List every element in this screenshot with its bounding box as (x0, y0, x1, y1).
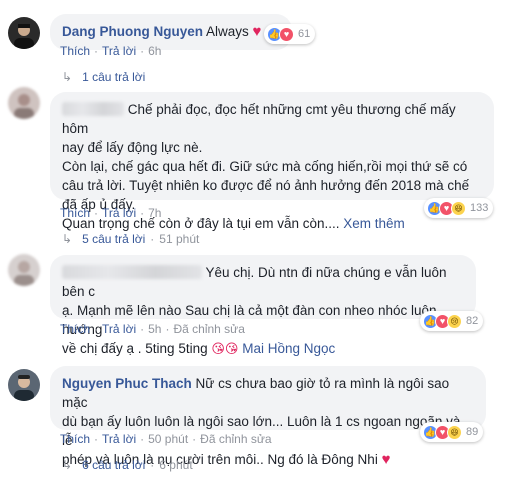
replies-count[interactable]: 6 câu trả lời (82, 458, 145, 472)
reply-link[interactable]: Trả lời (102, 322, 136, 336)
like-link[interactable]: Thích (60, 432, 90, 446)
heart-emoji: ♥ (252, 23, 262, 40)
comment-bubble: Yêu chị. Dù ntn đi nữa chúng e vẫn luôn … (50, 255, 476, 356)
blurred-author (62, 102, 124, 116)
replies-time: 6 phút (159, 458, 193, 472)
avatar[interactable] (8, 87, 40, 119)
like-link[interactable]: Thích (60, 44, 90, 58)
comment-time[interactable]: 50 phút (148, 432, 188, 446)
comment-text-line: nay để lấy động lực nè. (62, 140, 203, 155)
reply-arrow-icon: ↳ (62, 458, 73, 472)
comment-bubble: Nguyen Phuc Thach Nữ cs chưa bao giờ tỏ … (50, 366, 486, 468)
reaction-summary[interactable]: 👍 ♥ 61 (264, 24, 316, 44)
reply-arrow-icon: ↳ (62, 70, 73, 84)
reaction-count: 89 (466, 426, 479, 438)
avatar[interactable] (8, 369, 40, 401)
reaction-summary[interactable]: 👍 ♥ 😆 89 (420, 422, 484, 442)
reply-arrow-icon: ↳ (62, 232, 73, 246)
replies-count[interactable]: 5 câu trả lời (82, 232, 145, 246)
reaction-count: 61 (298, 28, 311, 40)
reply-link[interactable]: Trả lời (102, 206, 136, 220)
comment-actions: Thích · Trả lời · 50 phút · Đã chỉnh sửa (60, 432, 272, 446)
haha-reaction-icon: 😆 (451, 200, 466, 216)
comment-text-line: Còn lại, chế gác qua hết đi. Giữ sức mà … (62, 159, 468, 174)
like-link[interactable]: Thích (60, 206, 90, 220)
comment-author[interactable]: Dang Phuong Nguyen (62, 24, 203, 39)
see-more-link[interactable]: Xem thêm (343, 216, 405, 231)
comment-bubble: Chế phải đọc, đọc hết những cmt yêu thươ… (50, 92, 494, 231)
comment-time[interactable]: 7h (148, 206, 161, 220)
replies-count[interactable]: 1 câu trả lời (82, 70, 145, 84)
tagged-user[interactable]: Mai Hồng Ngọc (242, 341, 335, 356)
reaction-count: 82 (466, 315, 479, 327)
sad-reaction-icon: 😢 (447, 313, 462, 329)
edited-label[interactable]: Đã chỉnh sửa (173, 322, 244, 336)
comment-actions: Thích · Trả lời · 5h · Đã chỉnh sửa (60, 322, 245, 336)
reaction-count: 133 (470, 202, 489, 214)
blurred-author (62, 265, 202, 279)
replies-time: 51 phút (159, 232, 200, 246)
comment-actions: Thích · Trả lời · 6h (60, 44, 162, 58)
comment-author[interactable]: Nguyen Phuc Thach (62, 376, 192, 391)
reaction-summary[interactable]: 👍 ♥ 😢 82 (420, 311, 484, 331)
reply-link[interactable]: Trả lời (102, 44, 136, 58)
haha-reaction-icon: 😆 (447, 424, 462, 440)
comment-text-line: câu trả lời. Tuyệt nhiên ko được để nó ả… (62, 178, 470, 193)
heart-emoji: ♥ (381, 451, 391, 468)
comment-text: Always (206, 24, 249, 39)
reply-link[interactable]: Trả lời (102, 432, 136, 446)
avatar[interactable] (8, 17, 40, 49)
view-replies[interactable]: ↳ 1 câu trả lời (62, 70, 145, 84)
view-replies[interactable]: ↳ 5 câu trả lời · 51 phút (62, 232, 199, 246)
edited-label[interactable]: Đã chỉnh sửa (200, 432, 271, 446)
comment-actions: Thích · Trả lời · 7h (60, 206, 162, 220)
comment-text-line: về chị đấy ạ . 5ting 5ting (62, 341, 208, 356)
comment-time[interactable]: 5h (148, 322, 161, 336)
like-link[interactable]: Thích (60, 322, 90, 336)
view-replies[interactable]: ↳ 6 câu trả lời · 6 phút (62, 458, 193, 472)
comment-time[interactable]: 6h (148, 44, 161, 58)
reaction-summary[interactable]: 👍 ♥ 😆 133 (424, 198, 494, 218)
kiss-emoji: 😘😘 (211, 341, 239, 356)
avatar[interactable] (8, 254, 40, 286)
love-reaction-icon: ♥ (279, 26, 294, 42)
